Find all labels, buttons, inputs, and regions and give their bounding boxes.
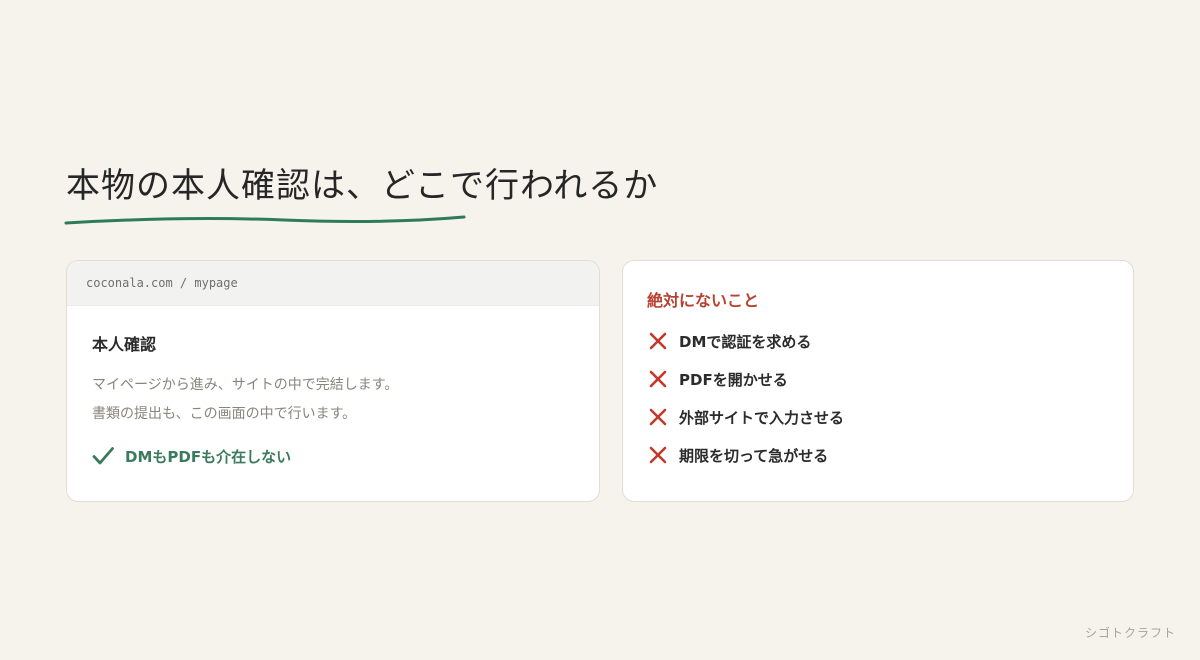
never-list-item: PDFを開かせる <box>647 368 788 390</box>
cross-icon <box>649 446 667 464</box>
cross-icon <box>649 370 667 388</box>
never-list-item-label: 外部サイトで入力させる <box>679 408 845 427</box>
never-list-item-label: 期限を切って急がせる <box>679 446 829 465</box>
cross-icon <box>649 408 667 426</box>
never-happens-title: 絶対にないこと <box>647 291 760 310</box>
never-list-item: DMで認証を求める <box>647 330 811 352</box>
cross-icon <box>649 332 667 350</box>
never-list-item: 期限を切って急がせる <box>647 444 828 466</box>
never-list-item: 外部サイトで入力させる <box>647 406 844 428</box>
verification-description-line: 書類の提出も、この画面の中で行います。 <box>92 406 357 422</box>
verification-title: 本人確認 <box>92 335 157 354</box>
title-underline <box>64 215 466 225</box>
never-list-item-label: PDFを開かせる <box>679 370 788 389</box>
never-list-item-label: DMで認証を求める <box>679 332 812 351</box>
never-happens-card: 絶対にないこと DMで認証を求める PDFを開かせる 外部サイトで入力させる 期… <box>622 260 1134 502</box>
legit-verification-card: coconala.com / mypage 本人確認 マイページから進み、サイト… <box>66 260 600 502</box>
check-icon <box>92 447 114 465</box>
brand-watermark: シゴトクラフト <box>1084 626 1176 640</box>
page-title: 本物の本人確認は、どこで行われるか <box>66 166 659 206</box>
url-text: coconala.com / mypage <box>86 276 238 290</box>
url-bar: coconala.com / mypage <box>67 261 599 306</box>
verification-description-line: マイページから進み、サイトの中で完結します。 <box>92 377 399 393</box>
no-dm-pdf-text: DMもPDFも介在しない <box>125 447 292 466</box>
no-dm-pdf-note: DMもPDFも介在しない <box>91 444 291 468</box>
